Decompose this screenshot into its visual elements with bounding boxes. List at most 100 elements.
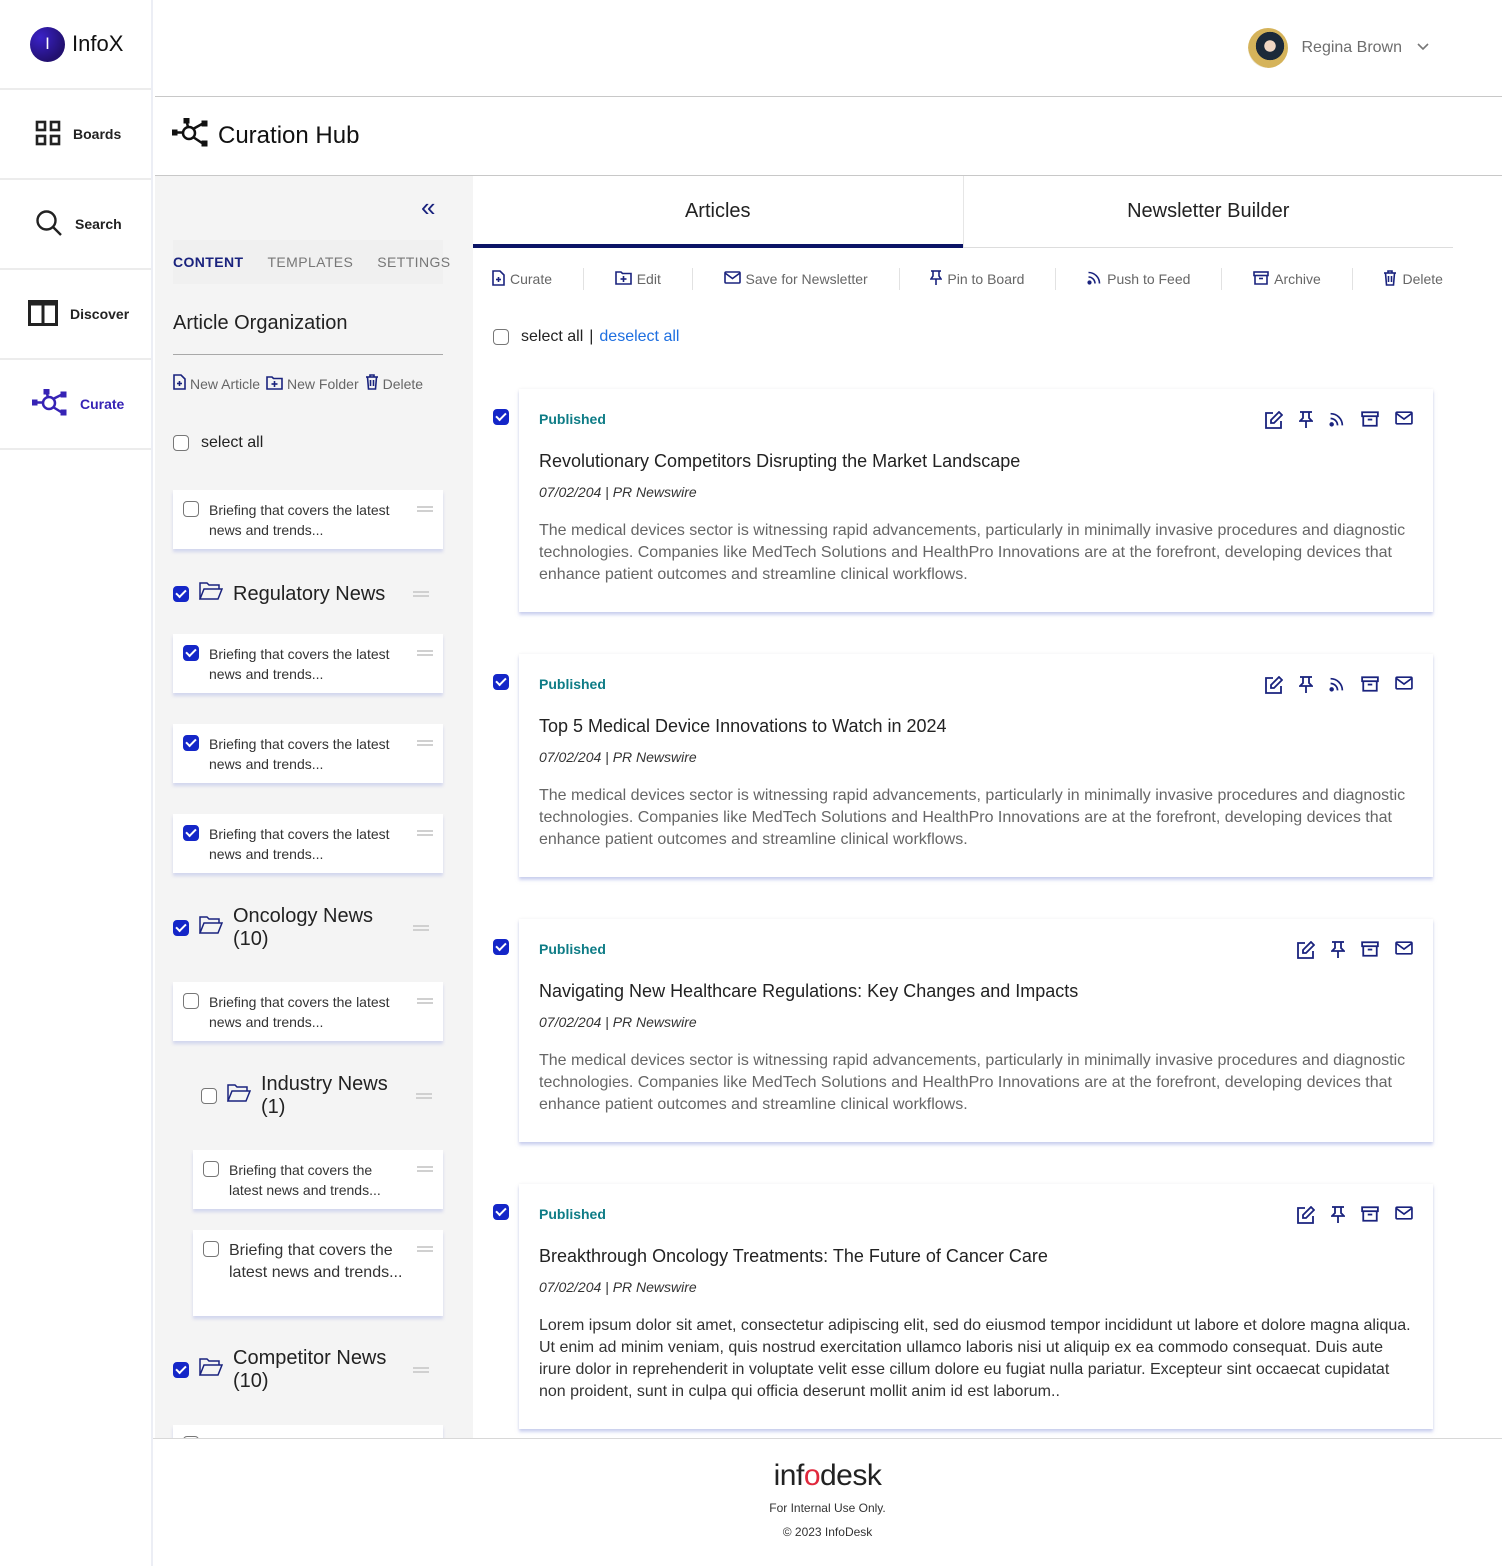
- drag-handle-icon[interactable]: [417, 650, 433, 656]
- tree-article-item[interactable]: Briefing that covers the latest news and…: [173, 490, 443, 549]
- pin-icon[interactable]: [1299, 676, 1313, 694]
- edit-icon[interactable]: [1297, 941, 1315, 959]
- archive-icon[interactable]: [1361, 676, 1379, 694]
- tree-article-item[interactable]: [173, 1425, 443, 1438]
- archive-button[interactable]: Archive: [1251, 270, 1323, 288]
- app-logo[interactable]: I InfoX: [0, 0, 151, 90]
- rss-icon[interactable]: [1329, 411, 1345, 429]
- tree-folder[interactable]: Industry News (1): [201, 1073, 432, 1119]
- edit-icon[interactable]: [1297, 1206, 1315, 1224]
- article-card[interactable]: Published Top 5 Medical Device Innovatio…: [519, 654, 1433, 877]
- tree-article-item[interactable]: Briefing that covers the latest news and…: [173, 724, 443, 783]
- deselect-all-link[interactable]: deselect all: [599, 328, 679, 346]
- article-checkbox[interactable]: [493, 939, 509, 955]
- nav-item-curate[interactable]: Curate: [0, 360, 151, 450]
- article-title[interactable]: Revolutionary Competitors Disrupting the…: [539, 451, 1413, 472]
- page-header: Curation Hub: [171, 117, 359, 153]
- edit-icon[interactable]: [1265, 411, 1283, 429]
- chevron-down-icon: [1416, 39, 1430, 57]
- tree-article-item[interactable]: Briefing that covers the latest news and…: [173, 814, 443, 873]
- tree-folder[interactable]: Competitor News (10): [173, 1347, 429, 1393]
- tab-articles[interactable]: Articles: [473, 176, 963, 248]
- archive-icon[interactable]: [1361, 941, 1379, 959]
- item-checkbox[interactable]: [203, 1161, 219, 1177]
- item-checkbox[interactable]: [183, 993, 199, 1009]
- push-to-feed-button[interactable]: Push to Feed: [1085, 270, 1192, 288]
- drag-handle-icon[interactable]: [417, 1246, 433, 1252]
- folder-checkbox[interactable]: [173, 586, 189, 602]
- mail-icon[interactable]: [1395, 1206, 1413, 1224]
- drag-handle-icon[interactable]: [417, 830, 433, 836]
- folder-checkbox[interactable]: [173, 920, 189, 936]
- article-checkbox[interactable]: [493, 1204, 509, 1220]
- folder-checkbox[interactable]: [201, 1088, 217, 1104]
- drag-handle-icon[interactable]: [417, 1166, 433, 1172]
- nav-item-discover[interactable]: Discover: [0, 270, 151, 360]
- drag-handle-icon[interactable]: [417, 506, 433, 512]
- curate-button[interactable]: Curate: [490, 269, 554, 289]
- rss-icon[interactable]: [1329, 676, 1345, 694]
- drag-handle-icon[interactable]: [413, 925, 429, 931]
- edit-label: Edit: [636, 271, 661, 287]
- article-title[interactable]: Navigating New Healthcare Regulations: K…: [539, 981, 1413, 1002]
- panel-tab-templates[interactable]: TEMPLATES: [267, 254, 353, 270]
- pin-icon[interactable]: [1299, 411, 1313, 429]
- collapse-panel-button[interactable]: «: [421, 194, 435, 220]
- folder-open-icon: [198, 1358, 224, 1382]
- nav-item-search[interactable]: Search: [0, 180, 151, 270]
- pin-icon[interactable]: [1331, 941, 1345, 959]
- article-checkbox[interactable]: [493, 409, 509, 425]
- new-folder-button[interactable]: New Folder: [266, 375, 359, 393]
- new-article-button[interactable]: New Article: [173, 374, 260, 393]
- article-title[interactable]: Top 5 Medical Device Innovations to Watc…: [539, 716, 1413, 737]
- tree-folder[interactable]: Regulatory News: [173, 582, 429, 606]
- new-article-label: New Article: [190, 375, 261, 392]
- archive-icon[interactable]: [1361, 411, 1379, 429]
- article-title[interactable]: Breakthrough Oncology Treatments: The Fu…: [539, 1246, 1413, 1267]
- drag-handle-icon[interactable]: [413, 1367, 429, 1373]
- item-checkbox[interactable]: [203, 1241, 219, 1257]
- select-all-checkbox[interactable]: [173, 435, 189, 451]
- article-actions: [1265, 411, 1413, 429]
- tab-newsletter-builder[interactable]: Newsletter Builder: [962, 176, 1454, 247]
- article-card[interactable]: Published Breakthrough Oncology Treatmen…: [519, 1184, 1433, 1429]
- edit-icon[interactable]: [1265, 676, 1283, 694]
- pin-to-board-button[interactable]: Pin to Board: [928, 269, 1026, 289]
- tree-article-item[interactable]: Briefing that covers the latest news and…: [173, 982, 443, 1041]
- tree-article-item[interactable]: Briefing that covers the latest news and…: [173, 634, 443, 693]
- save-for-newsletter-button[interactable]: Save for Newsletter: [722, 271, 870, 287]
- item-checkbox[interactable]: [183, 501, 199, 517]
- delete-button[interactable]: Delete: [365, 374, 423, 393]
- select-all-articles-checkbox[interactable]: [493, 329, 509, 345]
- tree-folder[interactable]: Oncology News (10): [173, 905, 429, 951]
- tree-article-item[interactable]: Briefing that covers the latest news and…: [193, 1230, 443, 1316]
- user-menu[interactable]: Regina Brown: [1247, 28, 1431, 68]
- article-card[interactable]: Published Navigating New Healthcare Regu…: [519, 919, 1433, 1142]
- delete-articles-button[interactable]: Delete: [1381, 269, 1444, 289]
- archive-icon[interactable]: [1361, 1206, 1379, 1224]
- panel-tab-settings[interactable]: SETTINGS: [377, 254, 450, 270]
- item-checkbox[interactable]: [183, 825, 199, 841]
- drag-handle-icon[interactable]: [417, 998, 433, 1004]
- folder-checkbox[interactable]: [173, 1362, 189, 1378]
- tree-article-item[interactable]: Briefing that covers the latest news and…: [193, 1150, 443, 1209]
- user-name: Regina Brown: [1301, 39, 1403, 56]
- item-checkbox[interactable]: [183, 735, 199, 751]
- edit-button[interactable]: Edit: [613, 270, 663, 288]
- item-text: Briefing that covers the latest news and…: [209, 736, 390, 772]
- select-all-label: select all: [201, 434, 264, 451]
- mail-icon[interactable]: [1395, 676, 1413, 694]
- drag-handle-icon[interactable]: [413, 591, 429, 597]
- panel-tab-content[interactable]: CONTENT: [173, 254, 243, 270]
- item-checkbox[interactable]: [183, 645, 199, 661]
- article-checkbox[interactable]: [493, 674, 509, 690]
- mail-icon[interactable]: [1395, 941, 1413, 959]
- drag-handle-icon[interactable]: [416, 1093, 432, 1099]
- nav-item-boards[interactable]: Boards: [0, 90, 151, 180]
- pin-icon[interactable]: [1331, 1206, 1345, 1224]
- mail-icon[interactable]: [1395, 411, 1413, 429]
- nav-label: Search: [75, 216, 122, 232]
- article-card[interactable]: Published Revolutionary Competitors Disr…: [519, 389, 1433, 612]
- folder-name: Industry News (1): [261, 1073, 388, 1118]
- drag-handle-icon[interactable]: [417, 740, 433, 746]
